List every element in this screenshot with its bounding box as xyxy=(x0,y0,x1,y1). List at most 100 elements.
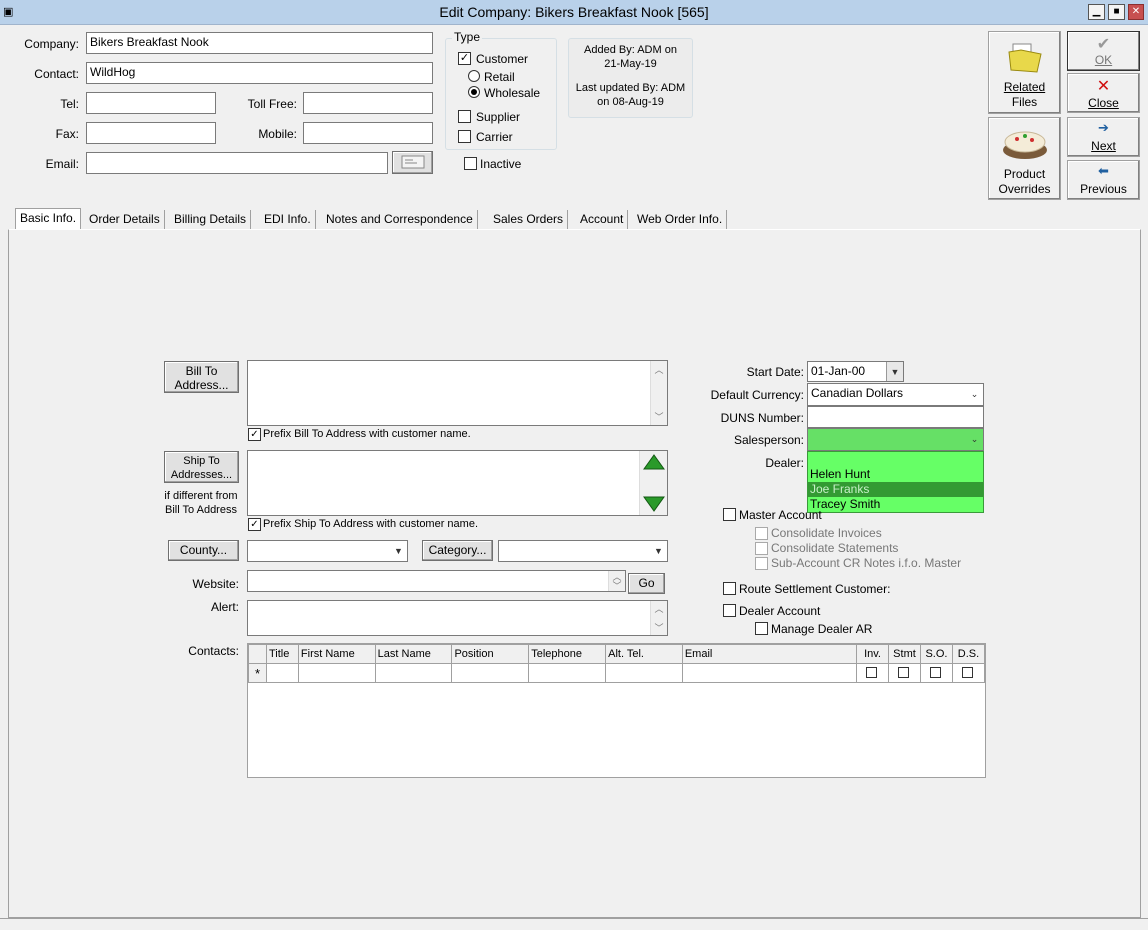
county-select[interactable]: ▼ xyxy=(247,540,408,562)
carrier-checkbox[interactable] xyxy=(458,130,471,143)
fax-field[interactable] xyxy=(86,122,216,144)
tab-order-details[interactable]: Order Details xyxy=(85,210,165,230)
go-button[interactable]: Go xyxy=(628,573,665,594)
col-inv[interactable]: Inv. xyxy=(856,644,889,664)
website-field[interactable]: ︿ ﹀ xyxy=(247,570,626,592)
salesperson-dropdown-list[interactable]: Helen Hunt Joe Franks Tracey Smith xyxy=(807,451,984,513)
consolidate-invoices-checkbox[interactable] xyxy=(755,527,768,540)
related-files-label-2: Files xyxy=(1011,95,1038,109)
dropdown-option-helen-hunt[interactable]: Helen Hunt xyxy=(808,467,983,482)
minimize-button[interactable]: ▁ xyxy=(1088,4,1105,20)
company-field[interactable]: Bikers Breakfast Nook xyxy=(86,32,433,54)
wholesale-radio[interactable] xyxy=(468,86,480,98)
ship-to-scrollbar[interactable] xyxy=(639,451,667,515)
route-settlement-checkbox[interactable] xyxy=(723,582,736,595)
previous-button[interactable]: ⬅ Previous xyxy=(1067,160,1140,200)
contacts-grid[interactable]: Title First Name Last Name Position Tele… xyxy=(247,643,986,778)
next-button[interactable]: ➔ Next xyxy=(1067,117,1140,157)
dropdown-option-blank[interactable] xyxy=(808,452,983,467)
master-account-checkbox[interactable] xyxy=(723,508,736,521)
col-position[interactable]: Position xyxy=(451,644,530,664)
tollfree-field[interactable] xyxy=(303,92,433,114)
table-cell[interactable] xyxy=(451,663,530,683)
table-cell[interactable] xyxy=(265,663,299,683)
col-stmt[interactable]: Stmt xyxy=(888,644,921,664)
col-so[interactable]: S.O. xyxy=(919,644,953,664)
mobile-field[interactable] xyxy=(303,122,433,144)
stmt-cell[interactable] xyxy=(888,663,921,683)
consolidate-statements-checkbox[interactable] xyxy=(755,542,768,555)
dropdown-option-joe-franks[interactable]: Joe Franks xyxy=(808,482,983,497)
calendar-dropdown-icon[interactable]: ▼ xyxy=(886,362,903,381)
maximize-button[interactable]: ■ xyxy=(1108,4,1125,20)
tab-account[interactable]: Account xyxy=(576,210,629,230)
manage-dealer-ar-checkbox[interactable] xyxy=(755,622,768,635)
table-cell[interactable] xyxy=(374,663,453,683)
bill-to-address-field[interactable]: ︿ ﹀ xyxy=(247,360,668,426)
category-select[interactable]: ▼ xyxy=(498,540,668,562)
prefix-ship-checkbox[interactable]: ✓ xyxy=(248,518,261,531)
tab-edi-info[interactable]: EDI Info. xyxy=(260,210,316,230)
table-cell[interactable] xyxy=(681,663,858,683)
table-row[interactable]: * xyxy=(248,663,986,683)
send-email-button[interactable] xyxy=(392,151,433,174)
category-button[interactable]: Category... xyxy=(422,540,493,561)
supplier-checkbox[interactable] xyxy=(458,110,471,123)
inv-checkbox[interactable] xyxy=(866,667,878,678)
subaccount-cr-checkbox[interactable] xyxy=(755,557,768,570)
ship-to-addresses-button[interactable]: Ship To Addresses... xyxy=(164,451,239,483)
so-checkbox[interactable] xyxy=(929,667,941,678)
customer-checkbox[interactable]: ✓ xyxy=(458,52,471,65)
dealer-account-checkbox[interactable] xyxy=(723,604,736,617)
col-first-name[interactable]: First Name xyxy=(297,644,376,664)
website-spin[interactable]: ︿ ﹀ xyxy=(608,571,625,591)
ds-cell[interactable] xyxy=(951,663,986,683)
contact-field[interactable]: WildHog xyxy=(86,62,433,84)
county-button[interactable]: County... xyxy=(168,540,239,561)
duns-field[interactable] xyxy=(807,406,984,428)
col-telephone[interactable]: Telephone xyxy=(528,644,607,664)
tab-web-order-info[interactable]: Web Order Info. xyxy=(633,210,728,230)
table-cell[interactable] xyxy=(297,663,376,683)
table-cell[interactable] xyxy=(605,663,683,683)
salesperson-select[interactable]: ⌄ xyxy=(807,428,984,451)
ok-button[interactable]: ✔ OK xyxy=(1067,31,1140,71)
close-button[interactable]: ✕ Close xyxy=(1067,73,1140,113)
dropdown-option-tracey-smith[interactable]: Tracey Smith xyxy=(808,497,983,512)
col-last-name[interactable]: Last Name xyxy=(374,644,453,664)
alert-field[interactable]: ︿ ﹀ xyxy=(247,600,668,636)
email-field[interactable] xyxy=(86,152,388,174)
scroll-up-arrow-icon[interactable] xyxy=(643,454,665,470)
bill-to-address-button[interactable]: Bill To Address... xyxy=(164,361,239,393)
tab-notes-correspondence[interactable]: Notes and Correspondence xyxy=(322,210,478,230)
col-title[interactable]: Title xyxy=(265,644,299,664)
start-date-picker[interactable]: 01-Jan-00 ▼ xyxy=(807,361,904,382)
inv-cell[interactable] xyxy=(856,663,889,683)
tab-billing-details[interactable]: Billing Details xyxy=(170,210,252,230)
scroll-down-arrow-icon[interactable] xyxy=(643,496,665,512)
ds-checkbox[interactable] xyxy=(961,667,973,678)
bill-to-scrollbar[interactable]: ︿ ﹀ xyxy=(650,361,667,425)
wholesale-label: Wholesale xyxy=(484,86,541,100)
col-email[interactable]: Email xyxy=(681,644,858,664)
if-different-line1: if different from xyxy=(164,490,238,502)
tab-sales-orders[interactable]: Sales Orders xyxy=(489,210,569,230)
if-different-line2: Bill To Address xyxy=(165,504,237,516)
col-ds[interactable]: D.S. xyxy=(951,644,986,664)
new-row-marker: * xyxy=(248,663,267,683)
alert-scrollbar[interactable]: ︿ ﹀ xyxy=(650,601,667,635)
currency-select[interactable]: Canadian Dollars ⌄ xyxy=(807,383,984,406)
retail-radio[interactable] xyxy=(468,70,480,82)
product-overrides-button[interactable]: Product Overrides xyxy=(988,117,1061,200)
stmt-checkbox[interactable] xyxy=(898,667,909,678)
inactive-checkbox[interactable] xyxy=(464,157,477,170)
ship-to-address-field[interactable] xyxy=(247,450,668,516)
col-alt-tel[interactable]: Alt. Tel. xyxy=(605,644,683,664)
tab-basic-info[interactable]: Basic Info. xyxy=(15,208,82,230)
tel-field[interactable] xyxy=(86,92,216,114)
so-cell[interactable] xyxy=(919,663,953,683)
prefix-bill-checkbox[interactable]: ✓ xyxy=(248,428,261,441)
related-files-button[interactable]: Related Files xyxy=(988,31,1061,114)
table-cell[interactable] xyxy=(528,663,607,683)
close-window-button[interactable]: ✕ xyxy=(1128,4,1144,20)
